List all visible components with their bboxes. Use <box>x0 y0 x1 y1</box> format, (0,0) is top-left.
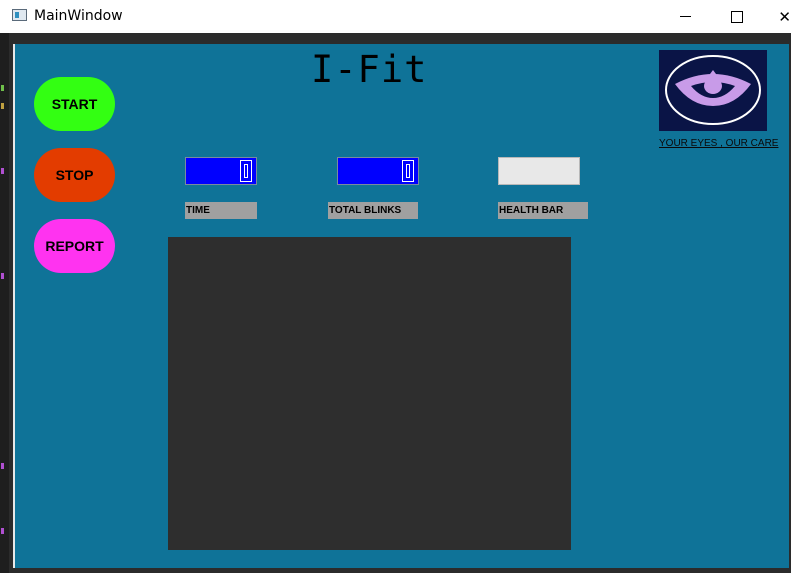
report-button[interactable]: REPORT <box>34 219 115 273</box>
strip-mark <box>1 528 4 534</box>
strip-mark <box>1 103 4 109</box>
start-button[interactable]: START <box>34 77 115 131</box>
spin-handle-icon[interactable] <box>240 160 252 182</box>
app-title: I-Fit <box>311 48 428 91</box>
close-button[interactable]: ✕ <box>766 0 791 33</box>
total-blinks-spinbox[interactable] <box>337 157 419 185</box>
maximize-button[interactable] <box>714 0 760 33</box>
time-spinbox[interactable] <box>185 157 257 185</box>
health-bar-label: HEALTH BAR <box>498 202 588 219</box>
minimize-icon <box>679 16 691 17</box>
window-title: MainWindow <box>34 8 123 24</box>
eye-logo-icon <box>659 50 767 131</box>
time-label: TIME <box>185 202 257 219</box>
maximize-icon <box>731 10 743 23</box>
tagline-link[interactable]: YOUR EYES , OUR CARE <box>659 138 778 149</box>
minimize-button[interactable] <box>662 0 708 33</box>
strip-mark <box>1 168 4 174</box>
app-window-icon <box>12 9 27 21</box>
stop-button[interactable]: STOP <box>34 148 115 202</box>
spin-handle-icon[interactable] <box>402 160 414 182</box>
strip-mark <box>1 463 4 469</box>
main-panel: START STOP REPORT I-Fit YOUR EYES , OUR … <box>13 44 789 568</box>
strip-mark <box>1 85 4 91</box>
close-icon: ✕ <box>778 8 791 26</box>
video-feed-panel <box>168 237 571 550</box>
strip-mark <box>1 273 4 279</box>
health-bar <box>498 157 580 185</box>
total-blinks-label: TOTAL BLINKS <box>328 202 418 219</box>
side-strip <box>0 33 9 573</box>
title-bar: MainWindow ✕ <box>0 0 791 33</box>
